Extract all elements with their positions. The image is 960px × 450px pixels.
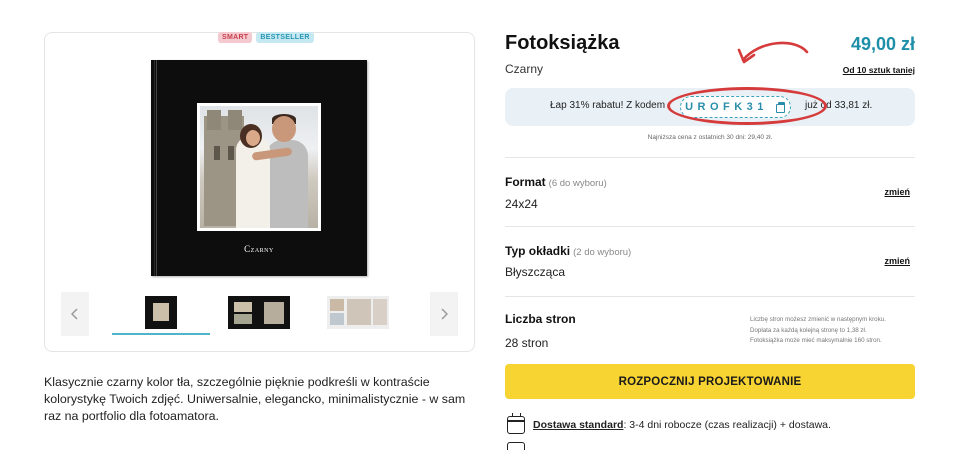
product-variant: Czarny	[505, 62, 544, 76]
product-title: Fotoksiążka	[505, 32, 620, 54]
format-value: 24x24	[505, 197, 538, 211]
product-price: 49,00 zł	[850, 34, 915, 54]
lowest-price-note: Najniższa cena z ostatnich 30 dni: 29,40…	[647, 134, 773, 141]
format-label: Format (6 do wyboru)	[505, 175, 607, 189]
badges: SMART BESTSELLER	[218, 32, 314, 43]
divider	[505, 157, 915, 158]
gallery-prev-button[interactable]	[61, 292, 89, 336]
pages-label: Liczba stron	[505, 312, 576, 326]
annotation-arrow-icon	[737, 41, 809, 64]
gallery-next-button[interactable]	[430, 292, 458, 336]
thumbnail-1[interactable]	[145, 296, 177, 329]
product-main-image[interactable]: Czarny	[151, 60, 367, 276]
product-description: Klasycznie czarny kolor tła, szczególnie…	[44, 375, 466, 423]
start-designing-button[interactable]: ROZPOCZNIJ PROJEKTOWANIE	[505, 364, 915, 399]
chevron-left-icon	[71, 308, 78, 320]
bulk-discount-link[interactable]: Od 10 sztuk taniej	[843, 65, 915, 75]
cover-title: Czarny	[244, 244, 274, 254]
thumbnail-selected-indicator	[112, 333, 210, 335]
divider	[505, 296, 915, 297]
annotation-ellipse	[667, 87, 827, 125]
chevron-right-icon	[441, 308, 448, 320]
change-format-link[interactable]: zmień	[884, 187, 910, 197]
bestseller-badge: BESTSELLER	[256, 32, 314, 43]
calendar-icon	[507, 413, 525, 434]
pages-note: Liczbę stron możesz zmienić w następnym …	[750, 316, 886, 344]
truck-icon	[507, 442, 525, 450]
smart-badge: SMART	[218, 32, 253, 43]
delivery-text: : 3-4 dni robocze (czas realizacji) + do…	[623, 419, 831, 431]
divider	[505, 226, 915, 227]
pages-value: 28 stron	[505, 336, 549, 350]
cover-type-value: Błyszcząca	[505, 265, 566, 279]
change-cover-link[interactable]: zmień	[884, 256, 910, 266]
cover-photo	[197, 103, 321, 231]
promo-text-before: Łap 31% rabatu! Z kodem	[550, 100, 666, 111]
delivery-info: Dostawa standard: 3-4 dni robocze (czas …	[507, 413, 831, 434]
cover-type-label: Typ okładki (2 do wyboru)	[505, 244, 632, 258]
thumbnail-2[interactable]	[228, 296, 290, 329]
thumbnail-3[interactable]	[327, 296, 389, 329]
delivery-standard-link[interactable]: Dostawa standard	[533, 419, 623, 431]
